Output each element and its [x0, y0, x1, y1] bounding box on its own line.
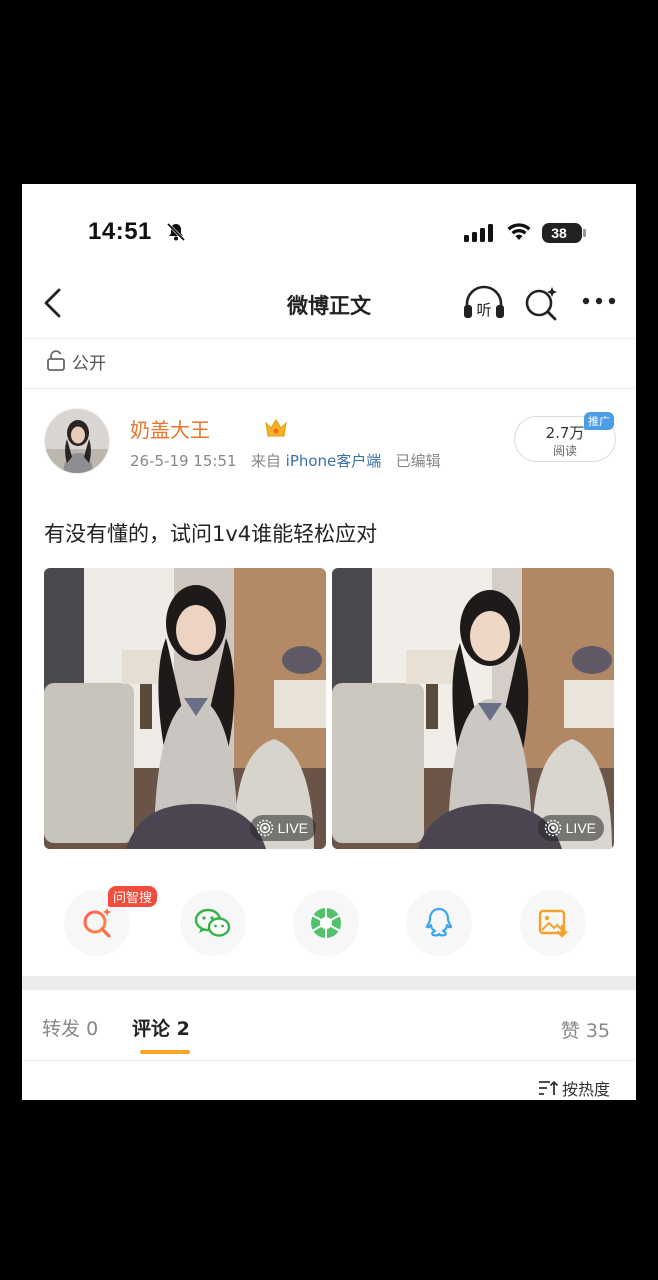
divider [22, 388, 636, 389]
nav-bar: 微博正文 听 [22, 274, 636, 334]
battery-icon: 38 [542, 223, 586, 243]
live-icon [544, 819, 561, 837]
listen-button[interactable]: 听 [462, 284, 506, 326]
ai-search-icon[interactable] [522, 284, 560, 322]
avatar[interactable] [44, 408, 110, 474]
likes-tab[interactable]: 赞 35 [561, 1016, 610, 1043]
status-bar: 14:51 38 [22, 184, 636, 284]
share-qq-button[interactable] [406, 890, 472, 956]
smart-search-badge: 问智搜 [108, 886, 158, 907]
read-label: 阅读 [552, 444, 577, 458]
photo-2-image [332, 568, 614, 849]
post-text: 有没有懂的，试问1v4谁能轻松应对 [44, 522, 378, 546]
more-icon[interactable] [582, 296, 616, 306]
post-source[interactable]: iPhone客户端 [286, 452, 382, 470]
visibility-indicator: 公开 [46, 347, 106, 375]
from-prefix: 来自 [250, 452, 281, 470]
live-badge: LIVE [249, 815, 316, 841]
tab-reposts-label: 转发 [42, 1018, 81, 1040]
photo-1-image [44, 568, 326, 849]
divider [22, 338, 636, 339]
live-icon [256, 819, 273, 837]
save-image-button[interactable] [520, 890, 586, 956]
post-date: 26-5-19 15:51 [130, 452, 237, 470]
sort-label: 按热度 [561, 1080, 610, 1099]
save-image-icon [538, 909, 568, 938]
sort-icon [538, 1080, 558, 1095]
share-moments-button[interactable] [293, 890, 359, 956]
live-label: LIVE [565, 820, 596, 836]
wechat-icon [194, 908, 231, 937]
tab-reposts[interactable]: 转发 0 [42, 1014, 98, 1041]
photo-2[interactable]: LIVE [332, 568, 614, 849]
tab-comments-label: 评论 [132, 1018, 171, 1040]
headphone-icon: 听 [464, 285, 504, 319]
active-tab-indicator [140, 1050, 190, 1054]
section-separator [22, 976, 636, 990]
divider [22, 1060, 636, 1061]
smart-search-icon [83, 908, 111, 938]
cell-signal-icon [464, 224, 493, 242]
visibility-label: 公开 [72, 353, 106, 374]
battery-level: 38 [551, 225, 567, 241]
share-wechat-button[interactable] [180, 890, 246, 956]
wifi-icon [507, 223, 531, 240]
tab-comments[interactable]: 评论 2 [132, 1014, 190, 1041]
tab-comments-count: 2 [176, 1018, 190, 1040]
status-time: 14:51 [88, 218, 152, 245]
author-name[interactable]: 奶盖大王 [130, 414, 210, 443]
svg-text:听: 听 [476, 301, 491, 319]
phone-screen: 14:51 38 微博正文 听 公开 奶盖大王 26-5-19 15:51 来自… [22, 184, 636, 1100]
qq-icon [425, 907, 453, 937]
live-label: LIVE [277, 820, 308, 836]
likes-count: 35 [585, 1020, 610, 1042]
crown-icon [265, 419, 287, 437]
sort-toggle[interactable]: 按热度 [538, 1076, 610, 1100]
live-badge: LIVE [537, 815, 604, 841]
photo-1[interactable]: LIVE [44, 568, 326, 849]
post-meta: 26-5-19 15:51 来自 iPhone客户端 已编辑 [130, 450, 441, 471]
moments-icon [311, 908, 341, 938]
promo-badge: 推广 [584, 412, 614, 430]
edited-label[interactable]: 已编辑 [396, 452, 441, 470]
likes-label: 赞 [560, 1020, 580, 1042]
tab-reposts-count: 0 [86, 1018, 99, 1040]
unlock-icon [47, 350, 65, 371]
mute-bell-icon [166, 222, 186, 242]
